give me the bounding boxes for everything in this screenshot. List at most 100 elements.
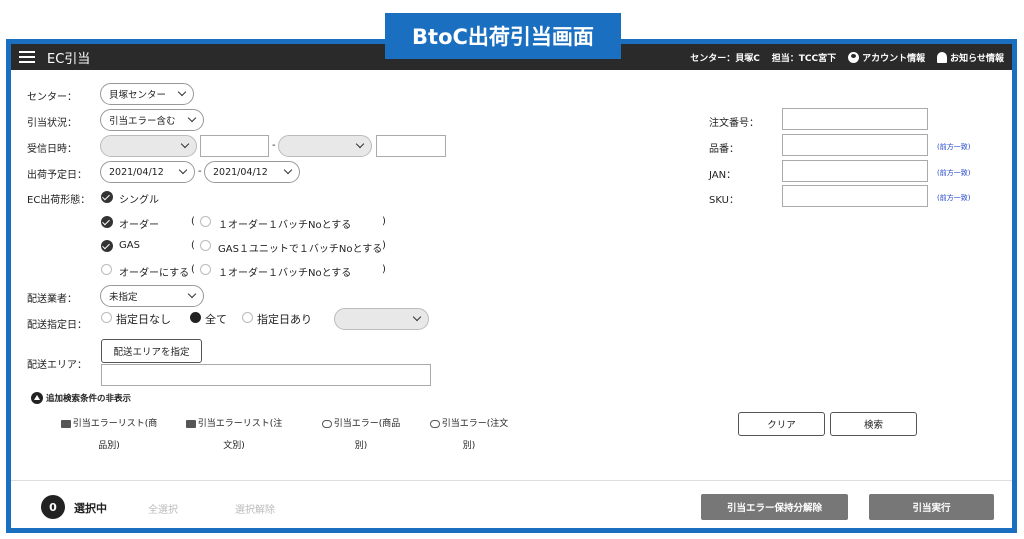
download-error-list-item[interactable]: 引当エラーリスト(商品別)	[59, 413, 159, 457]
received-label: 受信日時：	[27, 144, 77, 155]
app-window: EC引当 センター：貝塚C 担当：TCC宮下 アカウント情報 お知らせ情報 セン…	[6, 39, 1017, 533]
area-label: 配送エリア：	[27, 360, 87, 371]
footer-bar: 0 選択中 全選択 選択解除 引当エラー保持分解除 引当実行	[11, 480, 1012, 528]
cloud-download-icon	[321, 419, 332, 428]
delivery-date-label: 配送指定日：	[27, 320, 87, 331]
cloud-download-icon	[429, 419, 440, 428]
order-batch-label: １オーダー１バッチNoとする	[218, 220, 352, 231]
all-radio[interactable]	[190, 312, 201, 323]
select-all-link[interactable]: 全選択	[148, 501, 178, 516]
ship-date-to[interactable]: 2021/04/12	[204, 161, 300, 183]
status-select-value: 引当エラー含む	[109, 116, 176, 127]
delivery-date-select[interactable]	[334, 308, 429, 330]
order-convert-batch-radio[interactable]	[200, 264, 211, 275]
status-select[interactable]: 引当エラー含む	[100, 109, 204, 131]
order-checkbox[interactable]	[101, 216, 113, 228]
prefix-note: (前方一致)	[937, 194, 971, 202]
order-no-label: 注文番号：	[709, 118, 759, 129]
bell-icon	[937, 51, 948, 63]
paren-open: (	[191, 240, 195, 251]
order-no-input[interactable]	[782, 108, 928, 130]
download-label-2: 別)	[462, 441, 476, 451]
single-label: シングル	[119, 195, 159, 206]
execute-button[interactable]: 引当実行	[869, 494, 994, 520]
with-date-label: 指定日あり	[257, 313, 312, 326]
gas-batch-radio[interactable]	[200, 240, 211, 251]
toggle-filters-label: 追加検索条件の非表示	[46, 394, 132, 404]
download-label-1: 引当エラーリスト(注	[197, 419, 283, 429]
printer-icon	[60, 419, 71, 428]
app-title: EC引当	[47, 51, 91, 67]
chevron-down-icon	[187, 113, 197, 123]
received-time-to[interactable]	[376, 135, 446, 157]
gas-checkbox[interactable]	[101, 240, 113, 252]
page-banner: BtoC出荷引当画面	[385, 13, 621, 59]
prefix-note: (前方一致)	[937, 169, 971, 177]
single-checkbox[interactable]	[101, 191, 113, 203]
notice-link[interactable]: お知らせ情報	[937, 51, 1004, 64]
download-label-2: 文別)	[223, 441, 245, 451]
with-date-radio[interactable]	[242, 312, 253, 323]
sku-label: SKU：	[709, 195, 739, 206]
selected-count-badge: 0	[41, 495, 65, 519]
download-error-item[interactable]: 引当エラー(商品別)	[311, 413, 411, 457]
gas-batch-label: GAS１ユニットで１バッチNoとする	[218, 244, 383, 255]
paren-close: )	[382, 216, 386, 227]
chevron-down-icon	[177, 87, 187, 97]
center-label: センター：	[27, 92, 77, 103]
ship-date-to-value: 2021/04/12	[213, 166, 268, 178]
area-button[interactable]: 配送エリアを指定	[101, 339, 202, 363]
search-button[interactable]: 検索	[830, 412, 917, 436]
download-error-list-order[interactable]: 引当エラーリスト(注文別)	[184, 413, 284, 457]
chevron-down-icon	[283, 165, 293, 175]
release-error-button[interactable]: 引当エラー保持分解除	[701, 494, 848, 520]
carrier-label: 配送業者：	[27, 294, 77, 305]
center-info: センター：貝塚C	[690, 53, 760, 64]
paren-open: (	[191, 264, 195, 275]
ship-date-from-value: 2021/04/12	[109, 166, 164, 178]
chevron-down-icon	[355, 139, 365, 149]
carrier-select[interactable]: 未指定	[100, 285, 204, 307]
printer-icon	[185, 419, 196, 428]
order-label: オーダー	[119, 220, 159, 231]
received-date-from[interactable]	[100, 135, 197, 157]
order-convert-label: オーダーにする	[119, 268, 190, 279]
selected-label: 選択中	[74, 502, 107, 515]
download-label-1: 引当エラー(注文	[441, 419, 509, 429]
chevron-down-icon	[178, 165, 188, 175]
shape-label: EC出荷形態：	[27, 195, 91, 206]
ship-label: 出荷予定日：	[27, 170, 87, 181]
gas-label: GAS	[119, 240, 140, 251]
download-error-order[interactable]: 引当エラー(注文別)	[419, 413, 519, 457]
no-date-radio[interactable]	[101, 312, 112, 323]
order-convert-batch-label: １オーダー１バッチNoとする	[218, 268, 352, 279]
notice-label: お知らせ情報	[950, 53, 1004, 64]
toggle-filters[interactable]: 追加検索条件の非表示	[31, 392, 131, 404]
hamburger-menu-icon[interactable]	[19, 51, 35, 63]
no-date-label: 指定日なし	[116, 313, 171, 326]
order-batch-radio[interactable]	[200, 216, 211, 227]
status-label: 引当状況：	[27, 118, 77, 129]
item-no-input[interactable]	[782, 134, 928, 156]
area-input[interactable]	[101, 364, 431, 386]
received-time-from[interactable]	[200, 135, 269, 157]
download-label-1: 引当エラーリスト(商	[72, 419, 158, 429]
ship-date-from[interactable]: 2021/04/12	[100, 161, 195, 183]
collapse-icon	[31, 392, 43, 404]
deselect-link[interactable]: 選択解除	[235, 501, 275, 516]
prefix-note: (前方一致)	[937, 143, 971, 151]
sku-input[interactable]	[782, 185, 928, 207]
account-link[interactable]: アカウント情報	[848, 51, 925, 64]
date-separator: -	[272, 140, 276, 151]
clear-button[interactable]: クリア	[738, 412, 825, 436]
order-convert-radio[interactable]	[101, 264, 112, 275]
account-icon	[848, 51, 860, 63]
download-label-2: 品別)	[98, 441, 120, 451]
paren-close: )	[382, 240, 386, 251]
center-select[interactable]: 貝塚センター	[100, 83, 194, 105]
download-label-2: 別)	[354, 441, 368, 451]
jan-input[interactable]	[782, 160, 928, 182]
item-no-label: 品番：	[709, 144, 739, 155]
download-label-1: 引当エラー(商品	[333, 419, 401, 429]
received-date-to[interactable]	[278, 135, 372, 157]
